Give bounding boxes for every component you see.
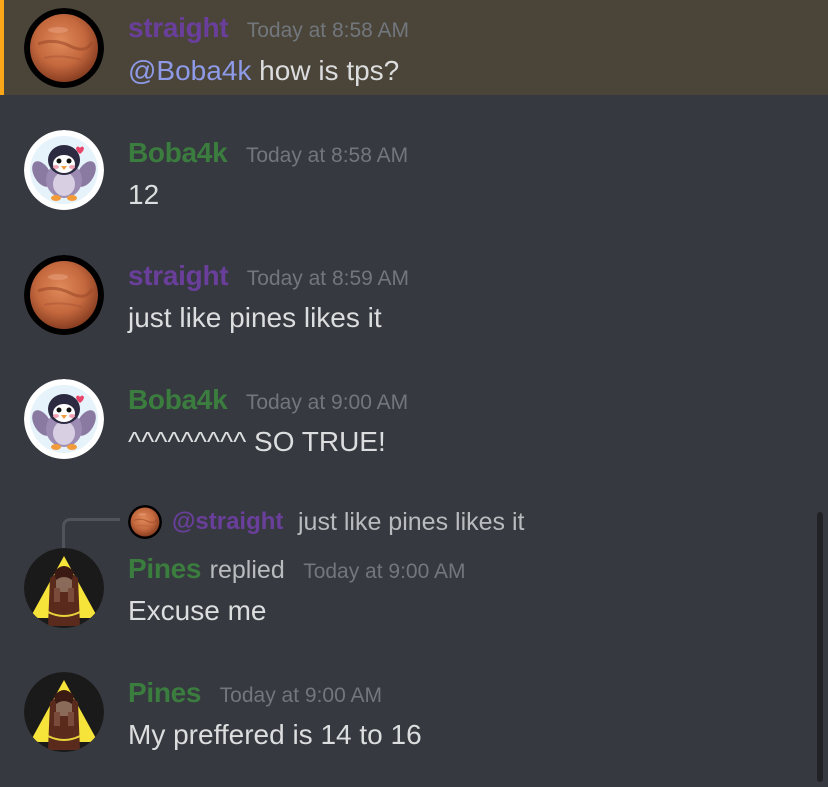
message[interactable]: Boba4k Today at 9:00 AM ^^^^^^^^^ SO TRU… xyxy=(0,364,828,464)
timestamp: Today at 9:00 AM xyxy=(219,684,382,707)
message[interactable]: Boba4k Today at 8:58 AM 12 xyxy=(0,115,828,215)
scrollbar[interactable] xyxy=(817,512,823,782)
message-reply[interactable]: Pines replied Today at 9:00 AM Excuse me xyxy=(0,543,828,643)
username[interactable]: straight xyxy=(128,12,229,43)
username[interactable]: Boba4k xyxy=(128,137,228,168)
username[interactable]: Pines xyxy=(128,553,202,584)
message[interactable]: straight Today at 8:59 AM just like pine… xyxy=(0,240,828,340)
mars-avatar-icon[interactable] xyxy=(24,255,104,335)
message[interactable]: Pines Today at 9:00 AM My preffered is 1… xyxy=(0,667,828,767)
message-text: @Boba4k how is tps? xyxy=(128,55,399,87)
replied-label: replied xyxy=(209,556,285,584)
user-mention[interactable]: @Boba4k xyxy=(128,55,251,86)
message-mention-highlight[interactable]: straight Today at 8:58 AM @Boba4k how is… xyxy=(0,0,828,95)
message-body: how is tps? xyxy=(251,55,400,86)
message-text: 12 xyxy=(128,179,160,210)
timestamp: Today at 8:58 AM xyxy=(246,19,410,42)
penguin-avatar-icon[interactable] xyxy=(24,130,104,210)
message-text: Excuse me xyxy=(128,595,267,626)
reply-preview-text[interactable]: just like pines likes it xyxy=(298,508,524,537)
username[interactable]: Pines xyxy=(128,677,202,708)
mars-avatar-icon[interactable] xyxy=(24,8,104,88)
timestamp: Today at 9:00 AM xyxy=(245,391,409,414)
timestamp: Today at 8:58 AM xyxy=(245,144,409,167)
message-text: ^^^^^^^^^ SO TRUE! xyxy=(128,426,386,457)
message-text: just like pines likes it xyxy=(128,302,382,333)
chat-messages: straight Today at 8:58 AM @Boba4k how is… xyxy=(0,0,828,787)
timestamp: Today at 8:59 AM xyxy=(246,267,410,290)
reply-username[interactable]: @straight xyxy=(172,508,283,536)
pines-avatar-icon[interactable] xyxy=(24,672,104,752)
mars-avatar-icon xyxy=(128,505,162,539)
pines-avatar-icon[interactable] xyxy=(24,548,104,628)
username[interactable]: Boba4k xyxy=(128,384,228,415)
timestamp: Today at 9:00 AM xyxy=(303,560,466,583)
username[interactable]: straight xyxy=(128,260,229,291)
penguin-avatar-icon[interactable] xyxy=(24,379,104,459)
message-text: My preffered is 14 to 16 xyxy=(128,719,422,750)
